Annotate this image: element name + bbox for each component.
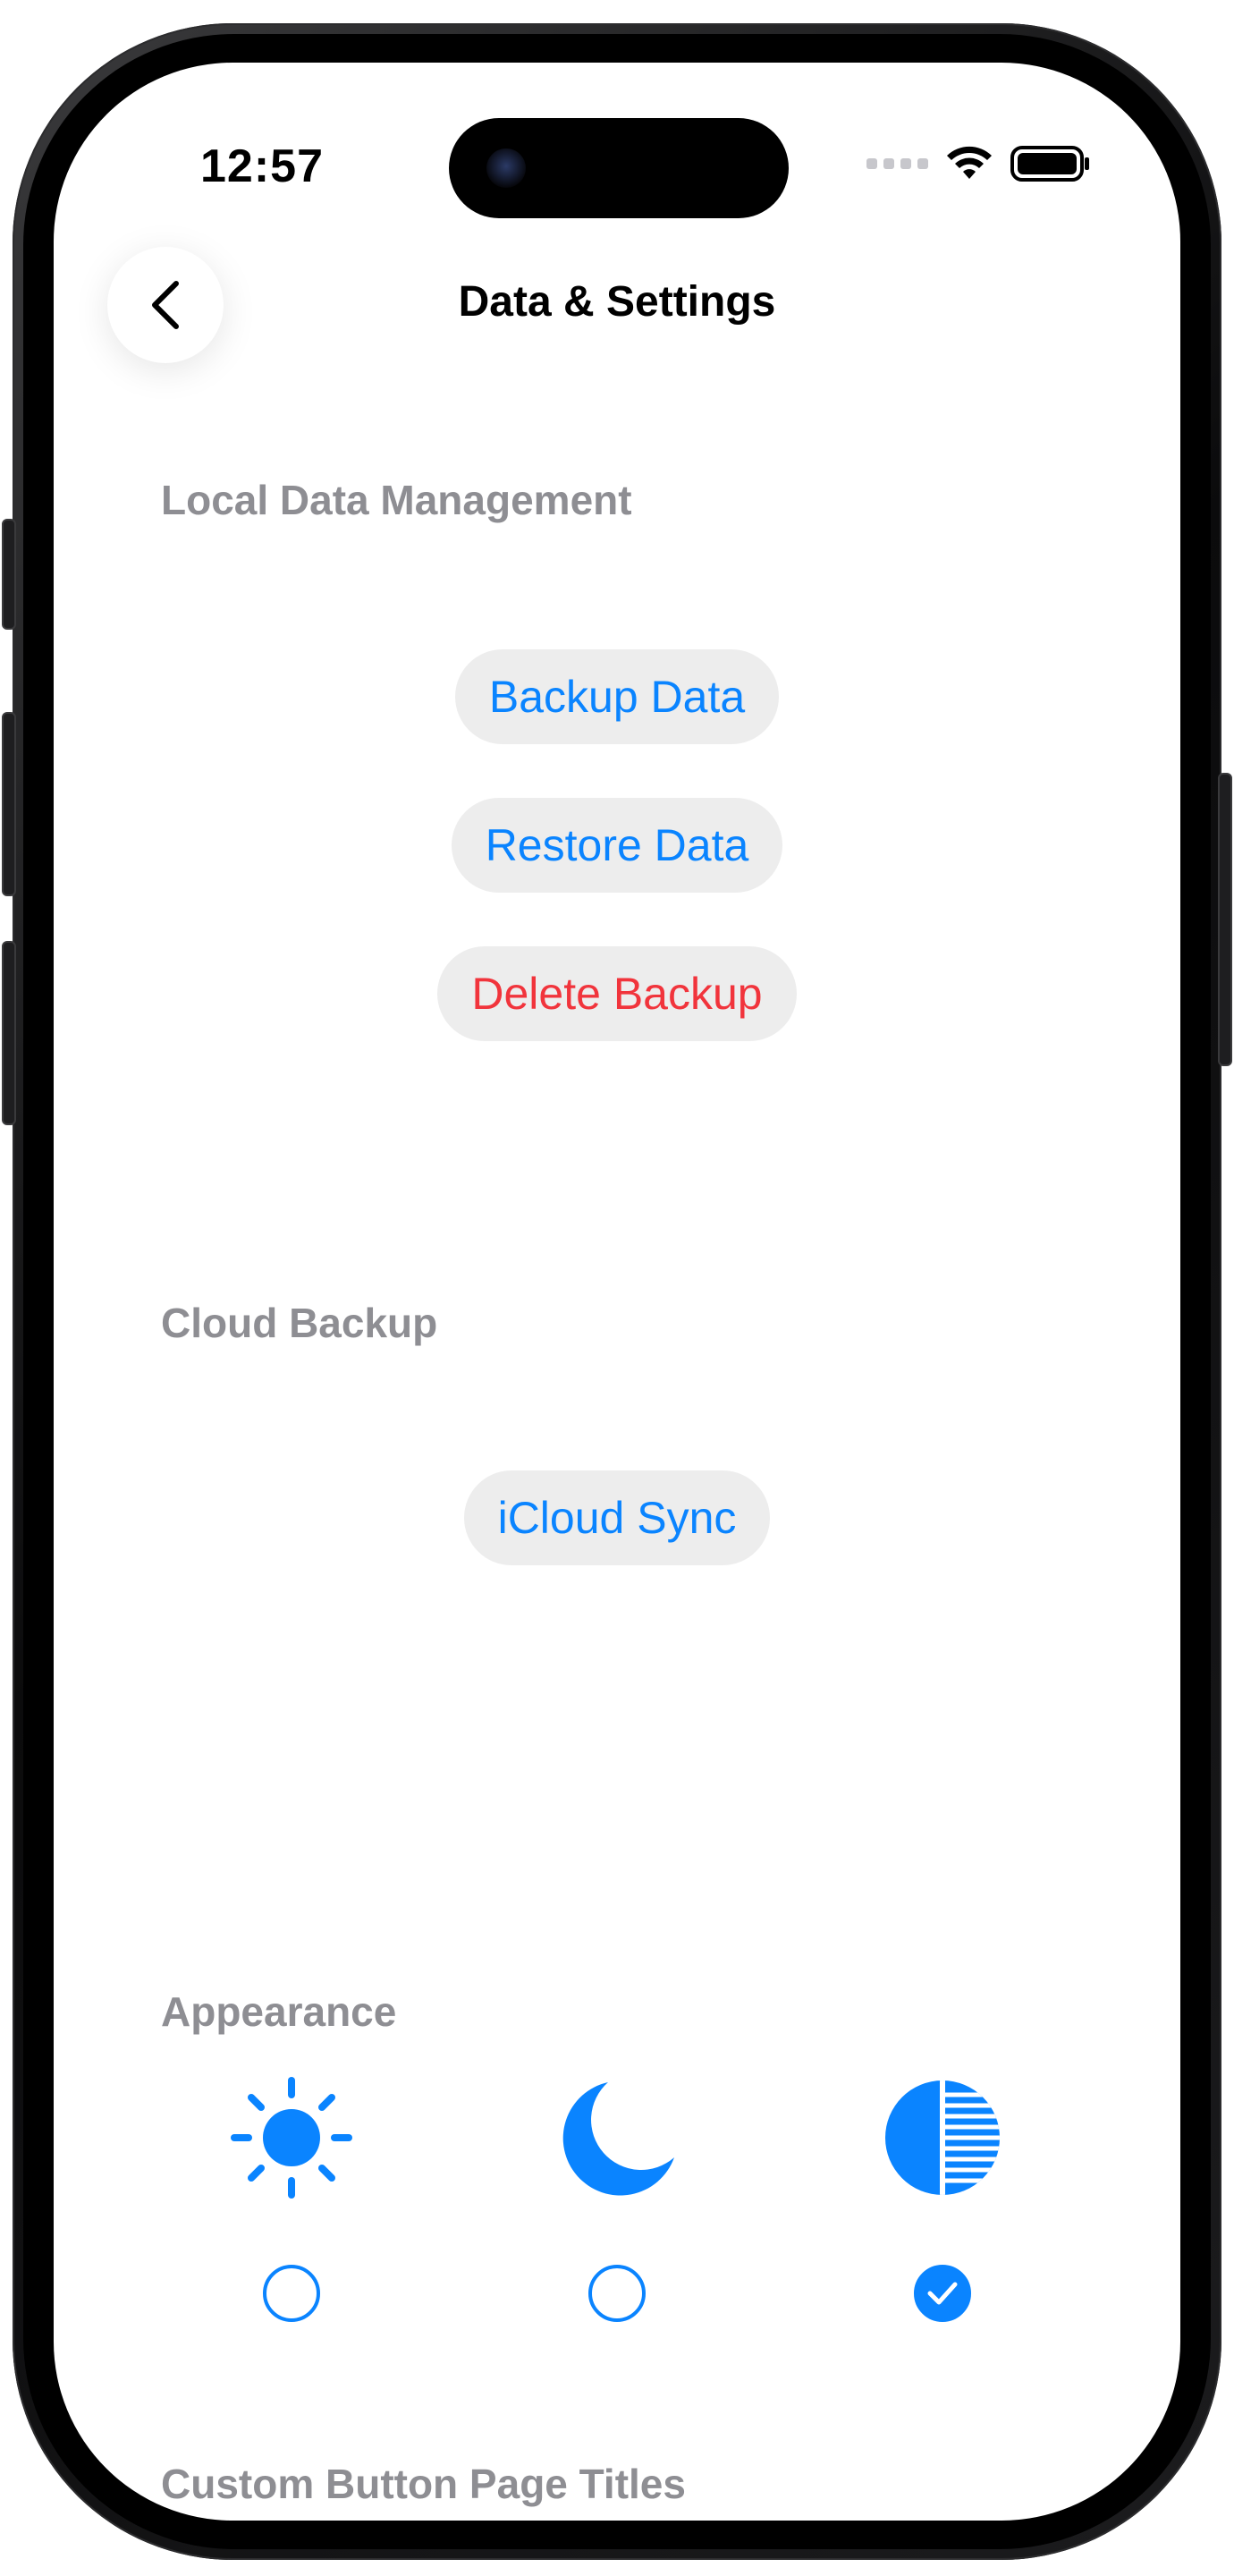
chevron-left-icon <box>152 281 179 329</box>
status-time: 12:57 <box>200 140 324 192</box>
appearance-auto-radio[interactable] <box>914 2265 971 2322</box>
battery-icon <box>1010 146 1089 182</box>
volume-down-button <box>2 941 16 1125</box>
auto-contrast-icon[interactable] <box>880 2075 1005 2200</box>
restore-data-row: Restore Data <box>54 798 1180 893</box>
icloud-sync-button[interactable]: iCloud Sync <box>463 1470 771 1565</box>
checkmark-icon <box>927 2282 958 2305</box>
delete-backup-button[interactable]: Delete Backup <box>437 946 797 1041</box>
appearance-dark-radio[interactable] <box>588 2265 646 2322</box>
dynamic-island <box>449 118 789 218</box>
cellular-signal-icon <box>866 158 928 169</box>
sun-icon[interactable] <box>229 2075 354 2200</box>
appearance-light-radio[interactable] <box>263 2265 320 2322</box>
restore-data-button[interactable]: Restore Data <box>451 798 783 893</box>
backup-data-button[interactable]: Backup Data <box>454 649 780 744</box>
section-header-cloud-backup: Cloud Backup <box>161 1300 438 1346</box>
action-button <box>2 519 16 630</box>
volume-up-button <box>2 712 16 896</box>
section-header-local-data: Local Data Management <box>161 477 632 523</box>
wifi-icon <box>947 146 992 179</box>
status-icons <box>866 145 1091 182</box>
section-header-custom-titles: Custom Button Page Titles <box>161 2461 686 2507</box>
page-title: Data & Settings <box>458 278 776 326</box>
screen: 12:57 Data & Settings Local Data Managem… <box>54 63 1180 2521</box>
icloud-sync-row: iCloud Sync <box>54 1470 1180 1565</box>
power-button <box>1218 773 1232 1066</box>
section-header-appearance: Appearance <box>161 1988 397 2035</box>
front-camera <box>486 148 526 188</box>
moon-icon[interactable] <box>554 2075 680 2200</box>
backup-data-row: Backup Data <box>54 649 1180 744</box>
back-button[interactable] <box>107 247 224 363</box>
delete-backup-row: Delete Backup <box>54 946 1180 1041</box>
